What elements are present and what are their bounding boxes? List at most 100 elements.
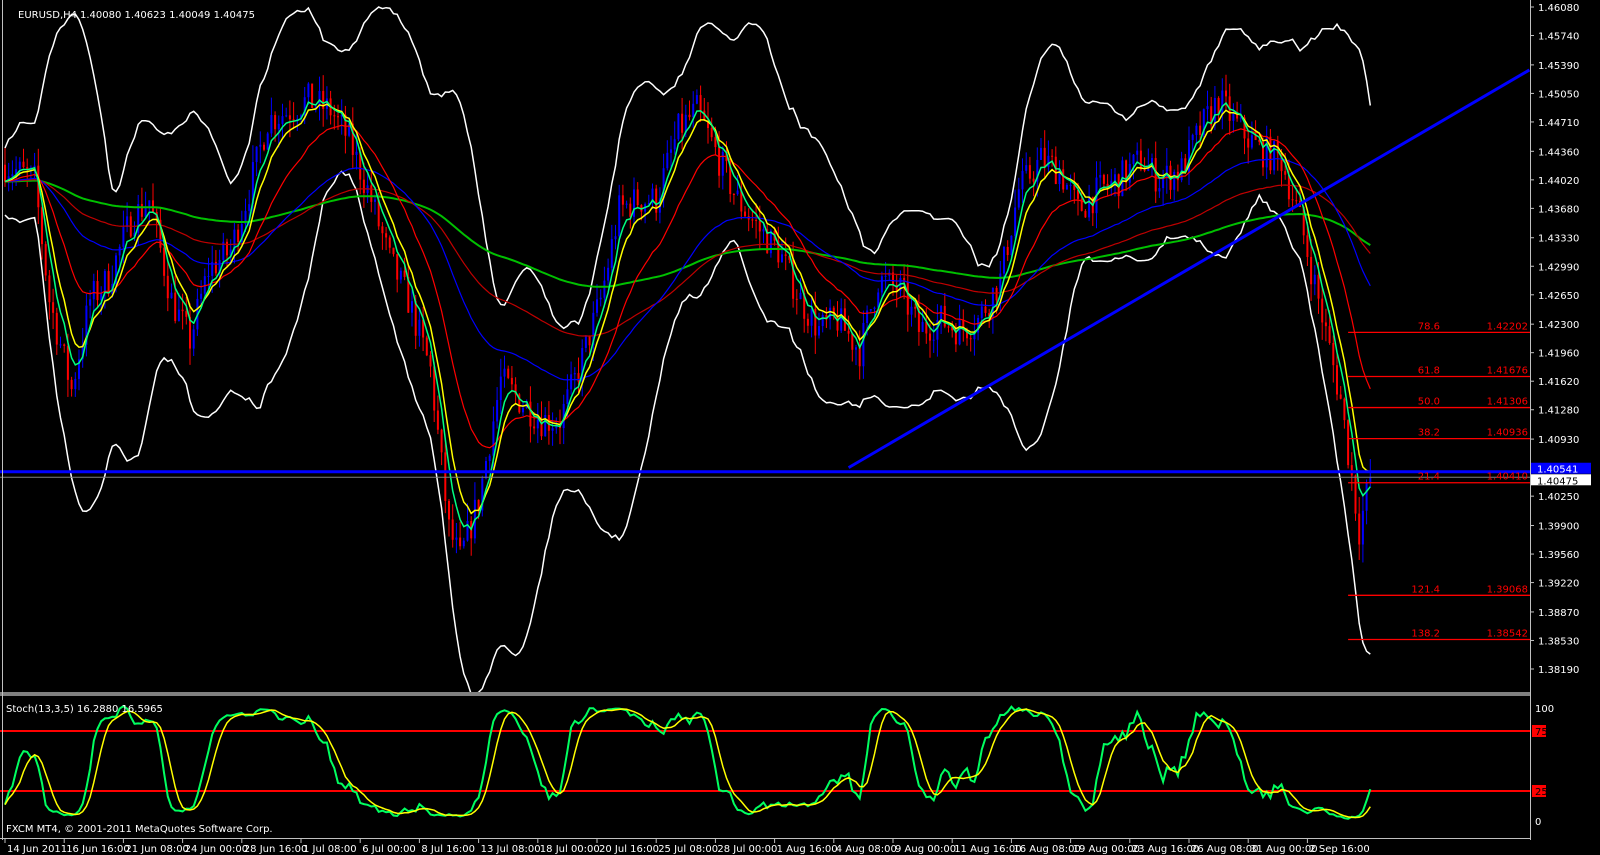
candle-body	[1361, 510, 1364, 545]
candle-body	[255, 146, 258, 163]
price-tick-label: 1.38870	[1538, 608, 1579, 619]
candle-body	[984, 306, 987, 313]
candle-body	[355, 151, 358, 155]
candle-body	[274, 115, 277, 130]
candle-body	[744, 211, 746, 217]
candle-body	[510, 377, 513, 385]
candle-body	[118, 246, 121, 256]
candle-body	[41, 207, 43, 245]
price-tick-label: 1.45390	[1538, 61, 1579, 72]
time-tick-label: 26 Aug 08:00	[1191, 844, 1258, 855]
candle-body	[1010, 235, 1013, 256]
time-tick-label: 19 Aug 00:00	[1073, 844, 1140, 855]
candle-body	[55, 312, 58, 345]
candle-body	[63, 344, 66, 346]
candle-body	[385, 233, 388, 238]
candle-body	[718, 147, 721, 176]
candle-body	[436, 410, 439, 430]
candle-body	[914, 306, 917, 309]
fib-price-label: 1.41676	[1487, 366, 1528, 377]
price-tick-label: 1.38190	[1538, 665, 1579, 676]
candle-body	[444, 452, 447, 501]
candle-body	[1032, 178, 1035, 182]
candle-body	[370, 185, 373, 202]
candle-body	[181, 309, 184, 312]
candle-body	[48, 275, 51, 303]
trading-chart[interactable]: 78.6 1.42202 61.8 1.41676 50.0 1.41306 38.2 1.4…	[0, 0, 1600, 855]
candle-body	[751, 219, 754, 221]
candle-body	[496, 400, 499, 422]
candle-body	[566, 389, 569, 404]
candle-body	[459, 537, 462, 547]
candle-body	[588, 335, 591, 346]
candle-body	[503, 368, 506, 377]
candle-body	[103, 271, 106, 294]
candle-body	[59, 344, 62, 346]
candle-body	[1021, 170, 1024, 190]
candle-body	[144, 208, 147, 217]
candle-body	[929, 333, 931, 341]
candle-body	[1347, 420, 1350, 466]
candle-body	[488, 455, 491, 461]
candle-body	[1088, 197, 1091, 218]
candle-body	[462, 540, 465, 547]
candle-body	[969, 338, 972, 340]
fib-level-label: 50.0	[1418, 397, 1440, 408]
candle-body	[1139, 150, 1142, 170]
price-tick-label: 1.42990	[1538, 262, 1579, 273]
time-tick-label: 2 Sep 16:00	[1309, 844, 1369, 855]
candle-body	[192, 329, 195, 349]
candle-body	[44, 244, 47, 276]
fib-price-label: 1.40936	[1487, 428, 1528, 439]
time-tick-label: 11 Aug 16:00	[954, 844, 1021, 855]
time-tick-label: 9 Aug 00:00	[895, 844, 956, 855]
candle-body	[1358, 513, 1361, 545]
candle-body	[388, 237, 391, 248]
time-tick-label: 14 Jun 2011	[7, 844, 67, 855]
ask-price-tag: 1.40541	[1537, 465, 1578, 476]
candle-body	[980, 306, 983, 318]
candle-body	[829, 307, 832, 320]
price-tick-label: 1.40250	[1538, 492, 1579, 503]
candle-body	[259, 144, 262, 147]
candle-body	[799, 292, 802, 300]
candle-body	[1114, 174, 1116, 181]
time-tick-label: 4 Aug 08:00	[836, 844, 897, 855]
candle-body	[995, 287, 998, 301]
candle-body	[866, 310, 869, 323]
panel-separator[interactable]	[0, 692, 1530, 696]
candle-body	[762, 229, 765, 232]
candle-body	[1099, 174, 1102, 178]
candle-body	[1136, 150, 1139, 155]
candle-body	[140, 203, 143, 217]
candle-body	[714, 137, 717, 148]
candle-body	[636, 189, 639, 206]
candle-body	[1017, 189, 1020, 208]
candle-body	[1006, 246, 1009, 256]
price-tick-label: 1.39900	[1538, 522, 1579, 533]
candle-body	[1336, 365, 1338, 395]
candle-body	[599, 297, 602, 300]
candle-body	[200, 293, 203, 299]
fib-level-label: 21.4	[1418, 472, 1440, 483]
candle-body	[492, 421, 495, 456]
candle-body	[74, 378, 77, 390]
candle-body	[185, 311, 188, 317]
candle-body	[1062, 169, 1065, 190]
candle-body	[285, 115, 288, 117]
candle-body	[1102, 174, 1105, 184]
candle-body	[1365, 482, 1368, 511]
candle-body	[795, 298, 798, 300]
candle-body	[174, 292, 177, 321]
candle-body	[784, 254, 787, 256]
candle-body	[266, 133, 269, 150]
candle-body	[170, 292, 173, 299]
candle-body	[1321, 298, 1324, 323]
candle-body	[610, 239, 613, 268]
candle-body	[237, 229, 240, 243]
candle-body	[499, 376, 502, 401]
candle-body	[614, 236, 617, 240]
candle-body	[1306, 235, 1309, 257]
candle-body	[806, 318, 809, 326]
candle-body	[666, 152, 669, 169]
